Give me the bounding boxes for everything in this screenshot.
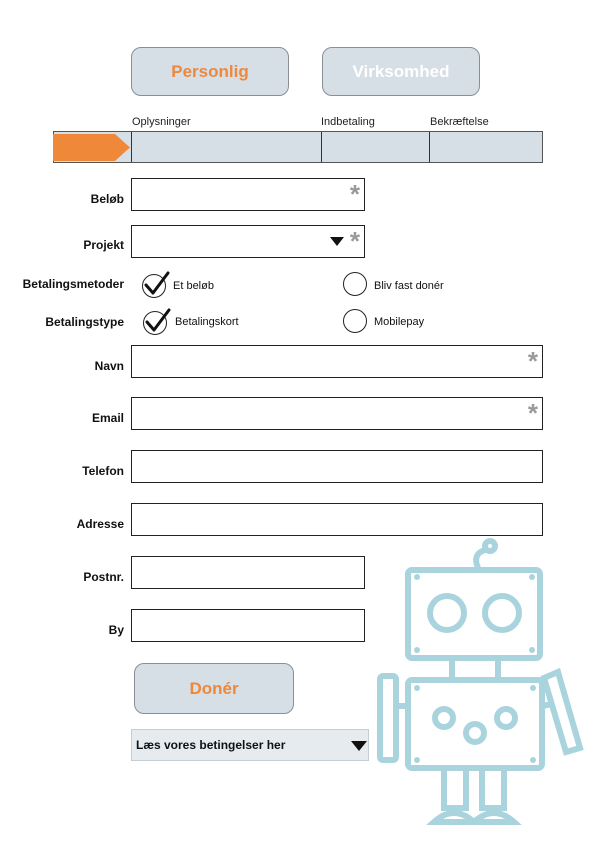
required-asterisk-icon: * bbox=[527, 398, 538, 428]
radio-bliv-fast-donor[interactable] bbox=[343, 272, 367, 296]
tab-personlig[interactable]: Personlig bbox=[131, 47, 289, 96]
amount-label: Beløb bbox=[90, 192, 124, 206]
option-label-et-beloeb: Et beløb bbox=[173, 280, 214, 292]
option-label-mobilepay: Mobilepay bbox=[374, 316, 425, 328]
phone-input[interactable] bbox=[131, 450, 543, 483]
terms-dropdown[interactable]: Læs vores betingelser her bbox=[131, 729, 369, 761]
dropdown-arrow-icon bbox=[351, 741, 367, 751]
payment-type-label: Betalingstype bbox=[45, 315, 124, 329]
address-input[interactable] bbox=[131, 503, 543, 536]
name-input[interactable]: * bbox=[131, 345, 543, 378]
radio-mobilepay[interactable] bbox=[343, 309, 367, 333]
zip-input[interactable] bbox=[131, 556, 365, 589]
required-asterisk-icon: * bbox=[527, 346, 538, 376]
progress-divider bbox=[321, 132, 322, 162]
project-label: Projekt bbox=[83, 238, 124, 252]
robot-illustration bbox=[377, 538, 584, 825]
option-label-bliv-fast-donor: Bliv fast donér bbox=[374, 280, 444, 292]
step-label-oplysninger: Oplysninger bbox=[132, 116, 191, 128]
payment-methods-label: Betalingsmetoder bbox=[22, 277, 124, 291]
checkmark-icon bbox=[145, 308, 171, 332]
checkmark-icon bbox=[144, 271, 170, 295]
zip-label: Postnr. bbox=[83, 570, 124, 584]
address-label: Adresse bbox=[76, 517, 124, 531]
donate-button[interactable]: Donér bbox=[134, 663, 294, 714]
dropdown-arrow-icon bbox=[330, 237, 344, 246]
step-label-indbetaling: Indbetaling bbox=[321, 116, 375, 128]
arrow-marker-icon bbox=[53, 134, 130, 161]
step-label-bekraeftelse: Bekræftelse bbox=[430, 116, 489, 128]
name-label: Navn bbox=[94, 359, 124, 373]
email-input[interactable]: * bbox=[131, 397, 543, 430]
required-asterisk-icon: * bbox=[349, 179, 360, 209]
city-input[interactable] bbox=[131, 609, 365, 642]
radio-et-beloeb[interactable] bbox=[142, 271, 170, 298]
terms-dropdown-label: Læs vores betingelser her bbox=[136, 738, 286, 752]
email-label: Email bbox=[91, 411, 124, 425]
phone-label: Telefon bbox=[82, 464, 124, 478]
required-asterisk-icon: * bbox=[349, 226, 360, 256]
progress-divider bbox=[131, 132, 132, 162]
project-select[interactable]: * bbox=[131, 225, 365, 258]
city-label: By bbox=[108, 623, 124, 637]
option-label-betalingskort: Betalingskort bbox=[175, 316, 239, 328]
tab-virksomhed[interactable]: Virksomhed bbox=[322, 47, 480, 96]
progress-divider bbox=[429, 132, 430, 162]
amount-input[interactable]: * bbox=[131, 178, 365, 211]
radio-betalingskort[interactable] bbox=[143, 308, 171, 335]
